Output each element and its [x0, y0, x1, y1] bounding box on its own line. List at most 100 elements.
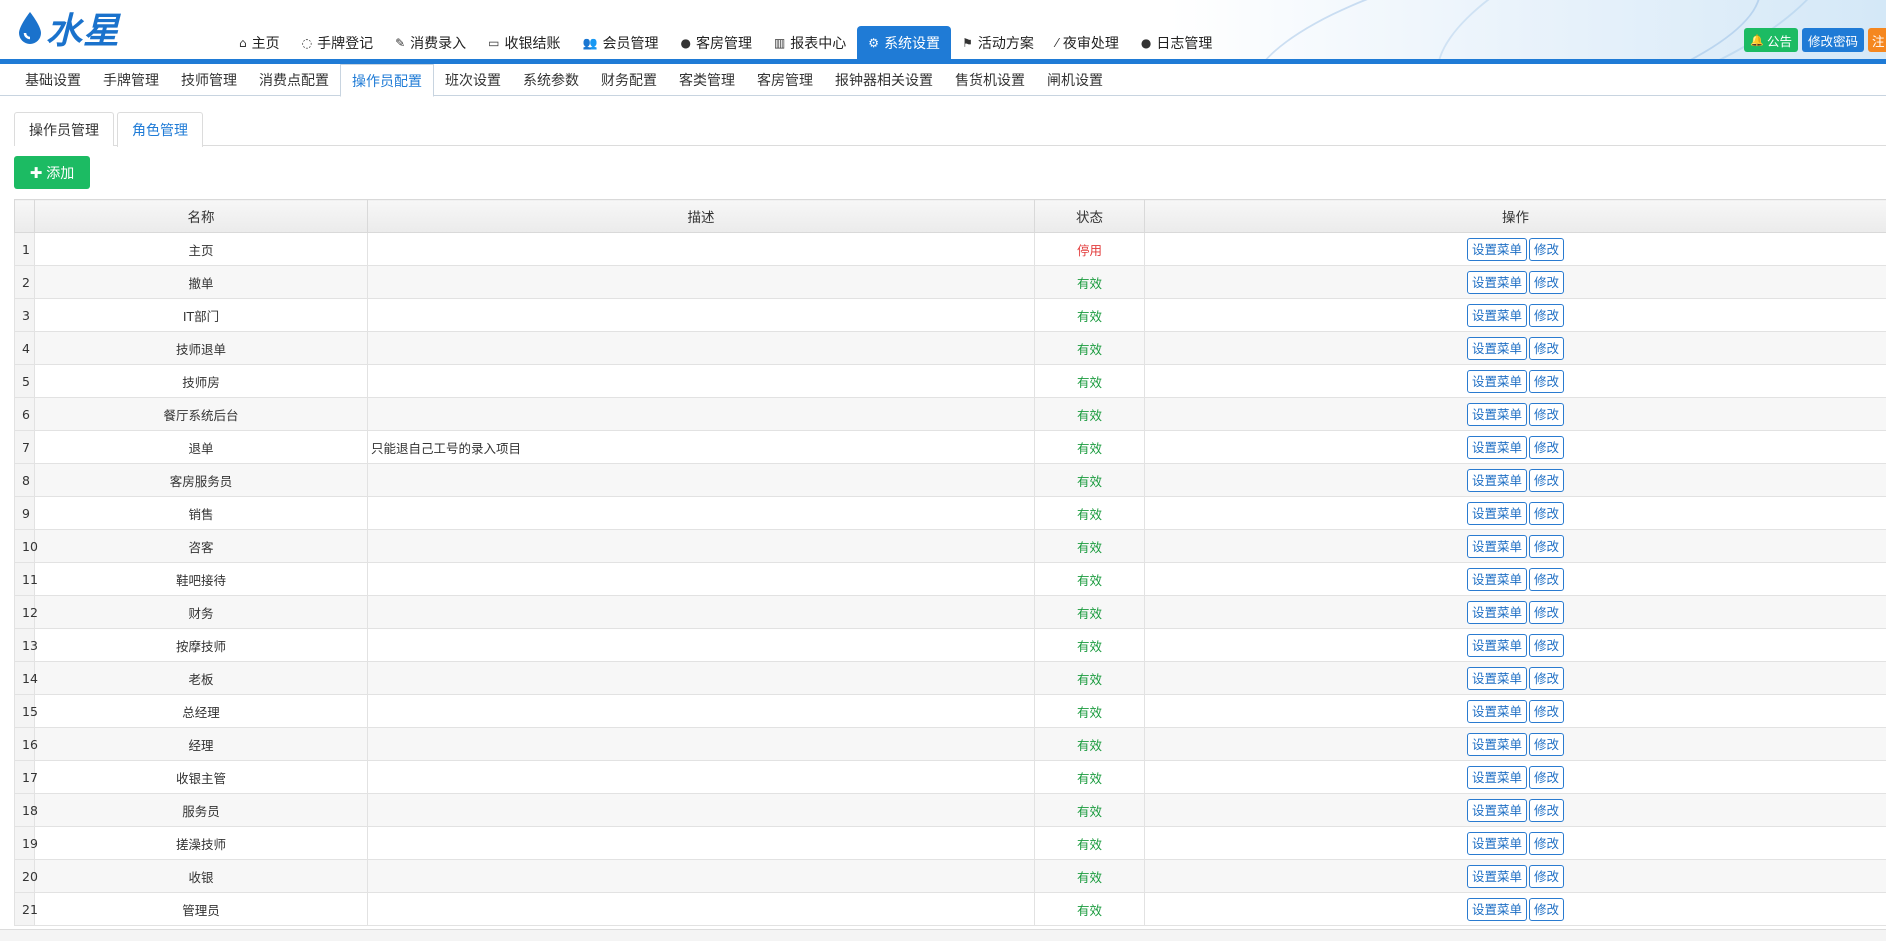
logout-button[interactable]: 注: [1868, 28, 1886, 52]
nav-item-label: 日志管理: [1156, 35, 1213, 52]
role-name: 技师房: [34, 364, 368, 398]
edit-button[interactable]: 修改: [1529, 237, 1565, 261]
set-menu-button[interactable]: 设置菜单: [1466, 699, 1527, 723]
subnav-item-4[interactable]: 操作员配置: [340, 64, 434, 97]
edit-button[interactable]: 修改: [1529, 600, 1565, 624]
edit-button[interactable]: 修改: [1529, 303, 1565, 327]
role-status: 有效: [1034, 331, 1145, 365]
edit-button[interactable]: 修改: [1529, 732, 1565, 756]
edit-button[interactable]: 修改: [1529, 369, 1565, 393]
set-menu-button[interactable]: 设置菜单: [1466, 336, 1527, 360]
page-tabs: 操作员管理 角色管理: [14, 112, 1886, 147]
nav-item-8[interactable]: ⚑ 活动方案: [951, 26, 1045, 59]
role-status: 有效: [1034, 661, 1145, 695]
nav-item-3[interactable]: ▭ 收银结账: [477, 26, 571, 59]
notice-button[interactable]: 🔔 公告: [1744, 28, 1798, 52]
set-menu-button[interactable]: 设置菜单: [1466, 369, 1527, 393]
table-row: 21 管理员 有效 设置菜单 修改: [14, 892, 1886, 926]
edit-button[interactable]: 修改: [1529, 897, 1565, 921]
subnav-item-9[interactable]: 客房管理: [746, 64, 824, 96]
subnav-item-1[interactable]: 手牌管理: [92, 64, 170, 96]
nav-item-6[interactable]: ▥ 报表中心: [763, 26, 857, 59]
subnav-item-11[interactable]: 售货机设置: [944, 64, 1036, 96]
row-number: 11: [14, 562, 38, 596]
edit-button[interactable]: 修改: [1529, 270, 1565, 294]
main-nav: ⌂ 主页 ◌ 手牌登记 ✎ 消费录入 ▭ 收银结账 👥 会员管理 ● 客房管理 ▥ 报表中心 ⚙ 系统设置 ⚑ 活…: [228, 26, 1223, 59]
edit-button[interactable]: 修改: [1529, 435, 1565, 459]
nav-item-4[interactable]: 👥 会员管理: [572, 26, 670, 59]
role-description: [367, 727, 1035, 761]
edit-button[interactable]: 修改: [1529, 864, 1565, 888]
edit-button[interactable]: 修改: [1529, 567, 1565, 591]
set-menu-button[interactable]: 设置菜单: [1466, 600, 1527, 624]
users-icon: 👥: [582, 35, 598, 50]
set-menu-button[interactable]: 设置菜单: [1466, 237, 1527, 261]
nav-item-7[interactable]: ⚙ 系统设置: [857, 26, 952, 59]
set-menu-button[interactable]: 设置菜单: [1466, 666, 1527, 690]
column-header-status[interactable]: 状态: [1034, 199, 1145, 233]
set-menu-button[interactable]: 设置菜单: [1466, 765, 1527, 789]
set-menu-button[interactable]: 设置菜单: [1466, 270, 1527, 294]
edit-button[interactable]: 修改: [1529, 633, 1565, 657]
edit-button[interactable]: 修改: [1529, 831, 1565, 855]
nav-item-label: 会员管理: [602, 35, 659, 52]
nav-item-5[interactable]: ● 客房管理: [669, 26, 762, 59]
subnav-item-5[interactable]: 班次设置: [434, 64, 512, 96]
subnav-item-7[interactable]: 财务配置: [590, 64, 668, 96]
subnav-item-2[interactable]: 技师管理: [170, 64, 248, 96]
subnav-item-6[interactable]: 系统参数: [512, 64, 590, 96]
role-status: 有效: [1034, 859, 1145, 893]
row-actions: 设置菜单 修改: [1144, 859, 1886, 893]
subnav-item-10[interactable]: 报钟器相关设置: [824, 64, 944, 96]
set-menu-button[interactable]: 设置菜单: [1466, 501, 1527, 525]
set-menu-button[interactable]: 设置菜单: [1466, 435, 1527, 459]
set-menu-button[interactable]: 设置菜单: [1466, 468, 1527, 492]
role-status: 有效: [1034, 727, 1145, 761]
column-header-name[interactable]: 名称: [34, 199, 368, 233]
edit-button[interactable]: 修改: [1529, 501, 1565, 525]
role-name: 服务员: [34, 793, 368, 827]
nav-item-10[interactable]: ● 日志管理: [1130, 26, 1223, 59]
role-name: 收银主管: [34, 760, 368, 794]
role-description: [367, 595, 1035, 629]
set-menu-button[interactable]: 设置菜单: [1466, 732, 1527, 756]
role-description: [367, 694, 1035, 728]
set-menu-button[interactable]: 设置菜单: [1466, 798, 1527, 822]
column-header-description[interactable]: 描述: [367, 199, 1035, 233]
set-menu-button[interactable]: 设置菜单: [1466, 897, 1527, 921]
nav-item-1[interactable]: ◌ 手牌登记: [291, 26, 384, 59]
row-number: 1: [14, 232, 35, 266]
edit-button[interactable]: 修改: [1529, 765, 1565, 789]
edit-button[interactable]: 修改: [1529, 666, 1565, 690]
set-menu-button[interactable]: 设置菜单: [1466, 534, 1527, 558]
table-row: 11 鞋吧接待 有效 设置菜单 修改: [14, 562, 1886, 596]
nav-item-label: 收银结账: [504, 35, 561, 52]
edit-button[interactable]: 修改: [1529, 336, 1565, 360]
change-password-button[interactable]: 修改密码: [1801, 28, 1864, 52]
nav-item-9[interactable]: ⁄ 夜审处理: [1045, 26, 1130, 59]
add-button[interactable]: ✚ 添加: [14, 156, 90, 189]
edit-button[interactable]: 修改: [1529, 402, 1565, 426]
set-menu-button[interactable]: 设置菜单: [1466, 633, 1527, 657]
role-description: [367, 793, 1035, 827]
row-actions: 设置菜单 修改: [1144, 430, 1886, 464]
set-menu-button[interactable]: 设置菜单: [1466, 303, 1527, 327]
nav-item-0[interactable]: ⌂ 主页: [228, 26, 291, 59]
tab-0[interactable]: 操作员管理: [14, 112, 114, 146]
edit-button[interactable]: 修改: [1529, 798, 1565, 822]
subnav-item-12[interactable]: 闸机设置: [1036, 64, 1114, 96]
edit-button[interactable]: 修改: [1529, 534, 1565, 558]
role-name: 退单: [34, 430, 368, 464]
set-menu-button[interactable]: 设置菜单: [1466, 402, 1527, 426]
set-menu-button[interactable]: 设置菜单: [1466, 831, 1527, 855]
tab-1[interactable]: 角色管理: [117, 112, 203, 147]
subnav-item-3[interactable]: 消费点配置: [248, 64, 340, 96]
nav-item-2[interactable]: ✎ 消费录入: [384, 26, 477, 59]
set-menu-button[interactable]: 设置菜单: [1466, 567, 1527, 591]
subnav-item-0[interactable]: 基础设置: [14, 64, 92, 96]
subnav-item-8[interactable]: 客类管理: [668, 64, 746, 96]
column-header-index: [14, 199, 35, 233]
set-menu-button[interactable]: 设置菜单: [1466, 864, 1527, 888]
edit-button[interactable]: 修改: [1529, 468, 1565, 492]
edit-button[interactable]: 修改: [1529, 699, 1565, 723]
